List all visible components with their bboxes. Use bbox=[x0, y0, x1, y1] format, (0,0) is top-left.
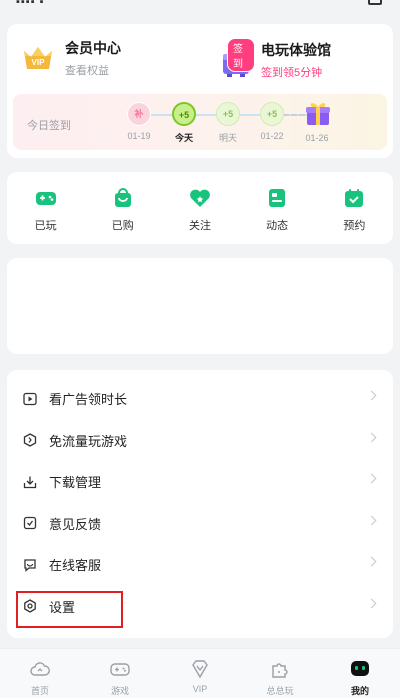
chevron-right-icon bbox=[366, 390, 377, 401]
feedback-icon bbox=[23, 516, 37, 530]
reward-badge: +5 bbox=[260, 102, 284, 126]
member-center-title: 会员中心 bbox=[65, 40, 121, 56]
checkin-day[interactable]: +5 明天 bbox=[214, 102, 242, 144]
checkin-bar[interactable]: 今日签到 补 01-19 +5 今天 +5 明天 +5 01-22 01-26 bbox=[13, 94, 387, 150]
gamepad-icon bbox=[109, 658, 131, 680]
play-ad-icon bbox=[23, 392, 37, 406]
download-icon bbox=[23, 475, 37, 489]
menu-item-label: 意见反馈 bbox=[49, 516, 102, 532]
menu-item-customer-service[interactable]: 在线客服 bbox=[7, 544, 393, 586]
calendar-check-icon bbox=[342, 186, 366, 210]
status-bar: ▪▪▪▪ ▪ bbox=[0, 0, 400, 10]
menu-item-label: 免流量玩游戏 bbox=[49, 433, 128, 449]
reward-badge: +5 bbox=[172, 102, 196, 126]
reward-badge: +5 bbox=[216, 102, 240, 126]
settings-icon bbox=[23, 599, 37, 614]
puzzle-icon bbox=[269, 658, 291, 680]
gamepad-icon bbox=[34, 186, 58, 210]
checkin-day[interactable]: 补 01-19 bbox=[125, 102, 153, 141]
feed-icon bbox=[265, 186, 289, 210]
action-label: 已购 bbox=[111, 220, 134, 232]
battery-icon bbox=[368, 0, 382, 5]
checkin-day-gift[interactable]: 01-26 bbox=[303, 102, 331, 143]
menu-item-watch-ads[interactable]: 看广告领时长 bbox=[7, 378, 393, 420]
vip-diamond-icon bbox=[189, 658, 211, 680]
nav-vip[interactable]: VIP bbox=[160, 649, 240, 698]
nav-home[interactable]: 首页 bbox=[0, 649, 80, 698]
checkin-day-label: 01-22 bbox=[260, 131, 284, 141]
action-purchased[interactable]: 已购 bbox=[93, 186, 153, 244]
gift-box-icon bbox=[303, 98, 333, 128]
menu-item-label: 看广告领时长 bbox=[49, 392, 128, 408]
arcade-promo-subtitle: 签到领5分钟 bbox=[261, 67, 323, 79]
menu-item-label: 设置 bbox=[49, 599, 76, 615]
makeup-badge: 补 bbox=[127, 102, 151, 126]
signal-icon: ▪▪▪▪ ▪ bbox=[16, 0, 45, 8]
action-feed[interactable]: 动态 bbox=[247, 186, 307, 244]
svg-text:VIP: VIP bbox=[32, 58, 46, 67]
checkin-day-today[interactable]: +5 今天 bbox=[170, 102, 198, 144]
arcade-promo-entry[interactable]: 签到 电玩体验馆 签到领5分钟 bbox=[219, 34, 331, 80]
nav-label: 首页 bbox=[30, 686, 49, 696]
action-label: 预约 bbox=[343, 220, 366, 232]
signin-tag: 签到 bbox=[227, 38, 255, 72]
action-label: 关注 bbox=[188, 220, 211, 232]
heart-icon bbox=[188, 186, 212, 210]
action-reserve[interactable]: 预约 bbox=[324, 186, 384, 244]
arcade-box-icon: 签到 bbox=[219, 38, 255, 77]
chevron-right-icon bbox=[366, 515, 377, 525]
checkin-day-label: 01-19 bbox=[127, 131, 151, 141]
nav-label: 我的 bbox=[350, 686, 369, 696]
empty-card bbox=[7, 258, 393, 354]
free-data-icon bbox=[23, 433, 37, 447]
menu-item-downloads[interactable]: 下载管理 bbox=[7, 461, 393, 503]
bottom-nav: 首页 游戏 VIP 总总玩 我的 bbox=[0, 648, 400, 698]
nav-label: 总总玩 bbox=[266, 686, 294, 696]
nav-label: 游戏 bbox=[110, 686, 129, 696]
member-card: VIP 会员中心 查看权益 签到 电玩体验馆 签到领5分钟 今日签到 补 01-… bbox=[7, 24, 393, 158]
action-label: 已玩 bbox=[34, 220, 57, 232]
menu-item-settings[interactable]: 设置 bbox=[7, 586, 393, 628]
checkin-label: 今日签到 bbox=[27, 120, 71, 132]
profile-icon bbox=[349, 658, 371, 680]
menu-item-label: 下载管理 bbox=[49, 475, 102, 491]
checkin-day[interactable]: +5 01-22 bbox=[258, 102, 286, 141]
chat-icon bbox=[23, 558, 37, 572]
menu-item-label: 在线客服 bbox=[49, 558, 102, 574]
cloud-home-icon bbox=[29, 658, 51, 680]
checkin-day-label: 明天 bbox=[218, 133, 237, 143]
checkin-day-label: 01-26 bbox=[305, 133, 329, 143]
action-follow[interactable]: 关注 bbox=[170, 186, 230, 244]
menu-item-feedback[interactable]: 意见反馈 bbox=[7, 503, 393, 545]
chevron-right-icon bbox=[366, 556, 377, 567]
nav-mine[interactable]: 我的 bbox=[320, 649, 400, 698]
chevron-right-icon bbox=[366, 473, 377, 484]
quick-actions: 已玩 已购 关注 动态 预约 bbox=[7, 172, 393, 244]
action-played[interactable]: 已玩 bbox=[16, 186, 76, 244]
nav-play-together[interactable]: 总总玩 bbox=[240, 649, 320, 698]
settings-menu: 看广告领时长 免流量玩游戏 下载管理 意见反馈 在线客服 设置 bbox=[7, 370, 393, 638]
chevron-right-icon bbox=[366, 432, 377, 442]
checkin-day-label: 今天 bbox=[174, 133, 193, 143]
shopping-bag-icon bbox=[111, 186, 135, 210]
vip-crown-icon: VIP bbox=[21, 43, 55, 73]
nav-label: VIP bbox=[192, 684, 208, 694]
member-center-subtitle: 查看权益 bbox=[65, 65, 109, 77]
nav-games[interactable]: 游戏 bbox=[80, 649, 160, 698]
action-label: 动态 bbox=[266, 220, 289, 232]
member-center-entry[interactable]: VIP 会员中心 查看权益 bbox=[21, 38, 121, 78]
chevron-right-icon bbox=[366, 598, 377, 608]
arcade-promo-title: 电玩体验馆 bbox=[261, 42, 331, 58]
menu-item-free-data[interactable]: 免流量玩游戏 bbox=[7, 420, 393, 462]
